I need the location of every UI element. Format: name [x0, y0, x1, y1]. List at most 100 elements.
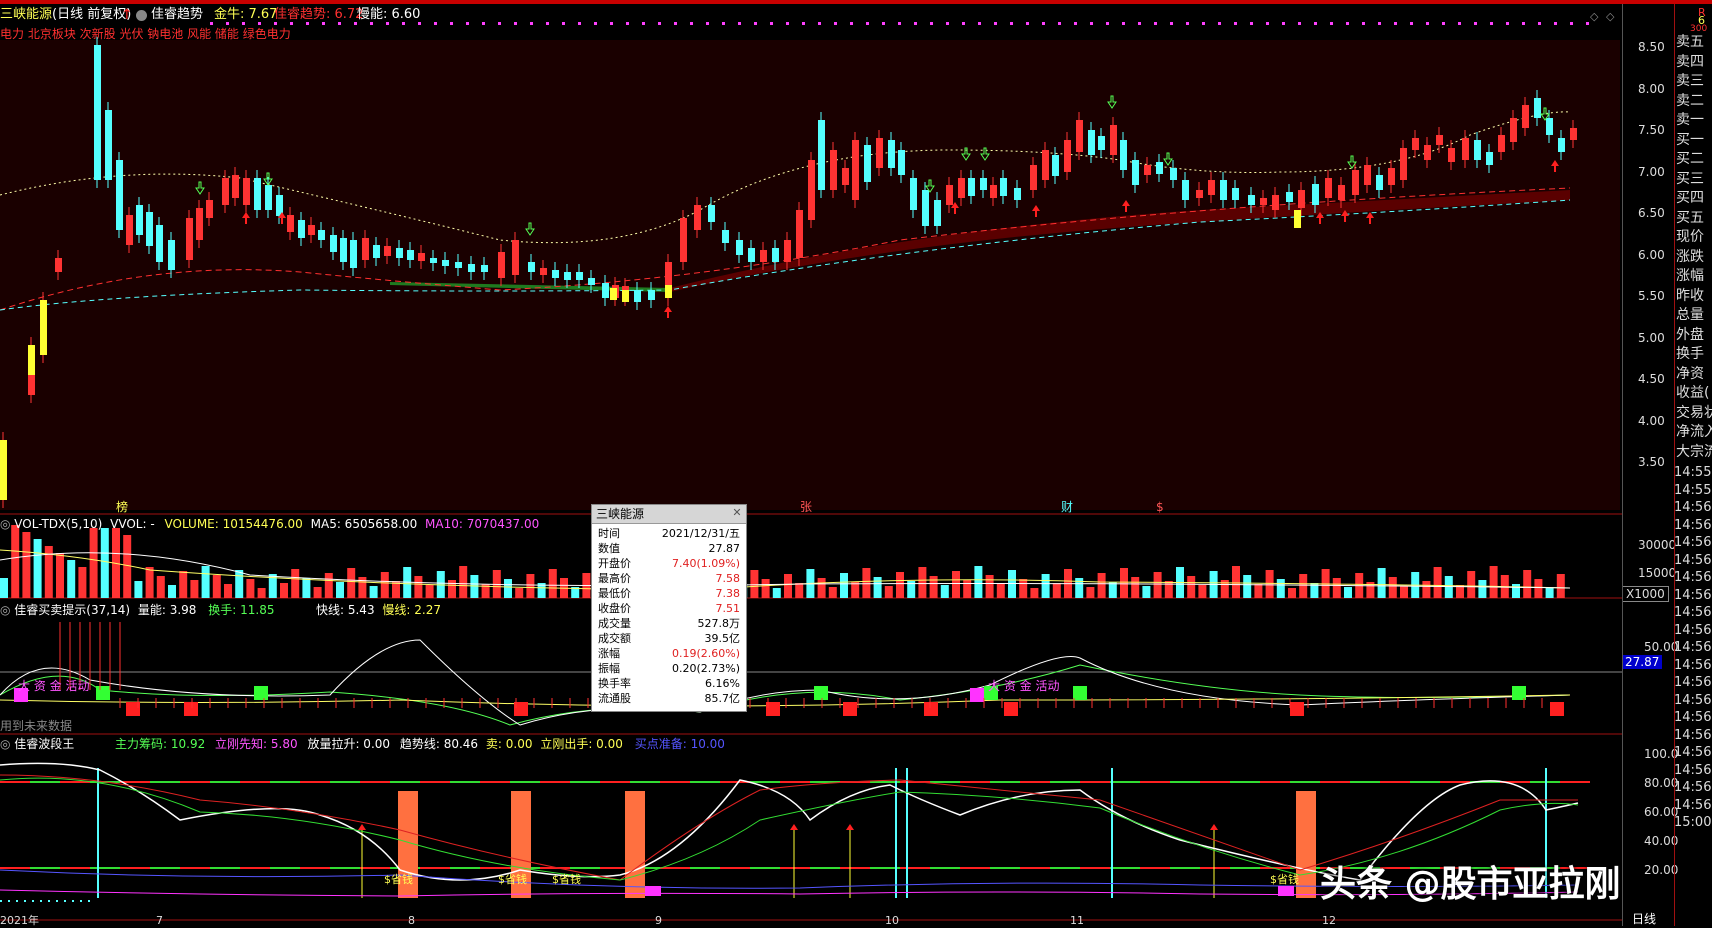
marker-rank[interactable]: 榜	[116, 500, 128, 514]
sidebar-item[interactable]: 卖五	[1676, 34, 1704, 51]
volume-title[interactable]: VOL-TDX(5,10)	[14, 517, 102, 531]
candle-body	[694, 205, 701, 230]
candle-body	[468, 264, 475, 272]
volume-bar	[1288, 588, 1296, 598]
dot-marker	[1570, 22, 1573, 25]
tooltip-row-key: 开盘价	[598, 557, 631, 570]
volume-collapse-icon[interactable]: ◎	[0, 517, 14, 531]
wave-dot	[0, 900, 2, 902]
future-data-note: 用到未来数据	[0, 719, 73, 733]
marker-dollar[interactable]: $	[1156, 500, 1164, 514]
tips-collapse-icon[interactable]: ◎	[0, 603, 14, 617]
tooltip-row-key: 振幅	[598, 662, 620, 675]
candle-body	[1474, 140, 1481, 160]
sidebar-item[interactable]: 收益(	[1676, 385, 1709, 402]
volume-bar	[280, 583, 288, 598]
sidebar-item[interactable]: 现价	[1676, 229, 1704, 246]
volume-bar	[1120, 568, 1128, 598]
tooltip-row: 成交额 39.5亿	[592, 632, 746, 646]
sidebar-item[interactable]: 换手	[1676, 346, 1704, 363]
wave-vol-up: 放量拉升: 0.00	[307, 737, 391, 751]
candle-body	[784, 240, 791, 262]
dot-marker	[370, 22, 373, 25]
marker-zhang[interactable]: 张	[800, 500, 812, 514]
sidebar-item[interactable]: 总量	[1676, 307, 1704, 324]
tooltip-row: 收盘价 7.51	[592, 602, 746, 616]
tooltip-row: 数值 27.87	[592, 542, 746, 556]
wave-arrow-icon	[790, 824, 798, 830]
candle-body	[418, 253, 425, 261]
volume-bar	[1086, 587, 1095, 598]
dot-marker	[1106, 22, 1109, 25]
candle-body	[1352, 170, 1359, 195]
wave-collapse-icon[interactable]: ◎	[0, 737, 14, 751]
candle-body	[232, 175, 239, 198]
sidebar-item[interactable]: 买二	[1676, 151, 1704, 168]
candle-body	[1558, 138, 1565, 152]
sidebar-item[interactable]: 交易状	[1676, 405, 1712, 422]
candle-body	[842, 168, 849, 185]
volume-bar	[1232, 566, 1240, 598]
data-tooltip[interactable]: 三峡能源 ✕ 时间 2021/12/31/五 数值 27.87 开盘价 7.40(1.09…	[591, 504, 747, 712]
candle-body	[1248, 195, 1255, 205]
dot-marker	[482, 22, 485, 25]
tooltip-row-value: 527.8万	[697, 617, 741, 630]
sidebar-item[interactable]: 买四	[1676, 190, 1704, 207]
candle-body	[94, 45, 101, 180]
tooltip-row: 流通股 85.7亿	[592, 692, 746, 706]
dot-marker	[1522, 22, 1525, 25]
sidebar-time: 14:55	[1674, 465, 1712, 480]
sidebar-item[interactable]: 卖二	[1676, 93, 1704, 110]
sidebar-time: 14:56	[1674, 587, 1712, 603]
dot-marker	[1234, 22, 1237, 25]
tooltip-row-value: 6.16%	[705, 677, 740, 690]
dot-marker	[1410, 22, 1413, 25]
tooltip-title: 三峡能源	[592, 505, 746, 524]
sidebar-item[interactable]: 涨幅	[1676, 268, 1704, 285]
sidebar-item[interactable]: 卖一	[1676, 112, 1704, 129]
tips-title[interactable]: 佳睿买卖提示(37,14)	[14, 603, 130, 617]
dot-marker	[594, 22, 597, 25]
sidebar-item[interactable]: 买一	[1676, 132, 1704, 149]
candle-body	[968, 178, 975, 196]
sidebar-item[interactable]: 买五	[1676, 210, 1704, 227]
candle-body	[455, 262, 462, 268]
candle-body	[1132, 160, 1139, 185]
volume-bar	[1377, 568, 1386, 598]
tips-fast: 快线: 5.43	[316, 603, 375, 617]
sidebar-item[interactable]: 涨跌	[1676, 249, 1704, 266]
candle-body	[1298, 190, 1305, 208]
dot-marker	[706, 22, 709, 25]
tooltip-row: 时间 2021/12/31/五	[592, 527, 746, 541]
volume-bar	[78, 567, 87, 598]
tips-header: ◎ 佳睿买卖提示(37,14) 量能: 3.98 换手: 11.85	[0, 603, 274, 617]
signal-block	[1073, 686, 1087, 700]
volume-bar	[1489, 566, 1498, 598]
dot-marker	[226, 22, 229, 25]
marker-finance[interactable]: 财	[1061, 500, 1073, 514]
candle-body	[396, 248, 403, 258]
sidebar-item[interactable]: 买三	[1676, 171, 1704, 188]
candle-body	[1196, 190, 1203, 198]
sidebar-item[interactable]: 卖四	[1676, 54, 1704, 71]
sidebar-item[interactable]: 净资	[1676, 366, 1704, 383]
candle-body	[1042, 150, 1049, 180]
dot-marker	[626, 22, 629, 25]
volume-bar	[526, 574, 535, 598]
diamond-icon-2[interactable]: ◇	[1606, 10, 1614, 23]
volume-bar	[11, 525, 20, 598]
volume-bar	[1478, 580, 1487, 598]
candle-body	[722, 230, 729, 243]
period-tab[interactable]: 日线	[1632, 912, 1656, 926]
volume-bar	[22, 532, 31, 598]
diamond-icon[interactable]: ◇	[1590, 10, 1598, 23]
sidebar-item[interactable]: 昨收	[1676, 288, 1704, 305]
volume-bar	[190, 580, 199, 598]
sidebar-item[interactable]: 卖三	[1676, 73, 1704, 90]
sidebar-item[interactable]: 外盘	[1676, 327, 1704, 344]
sidebar-item[interactable]: 大宗流	[1676, 444, 1712, 461]
sidebar-item[interactable]: 净流入	[1676, 424, 1712, 441]
wave-title[interactable]: 佳睿波段王	[14, 737, 74, 751]
close-icon[interactable]: ✕	[731, 507, 743, 519]
candle-body	[407, 250, 414, 260]
